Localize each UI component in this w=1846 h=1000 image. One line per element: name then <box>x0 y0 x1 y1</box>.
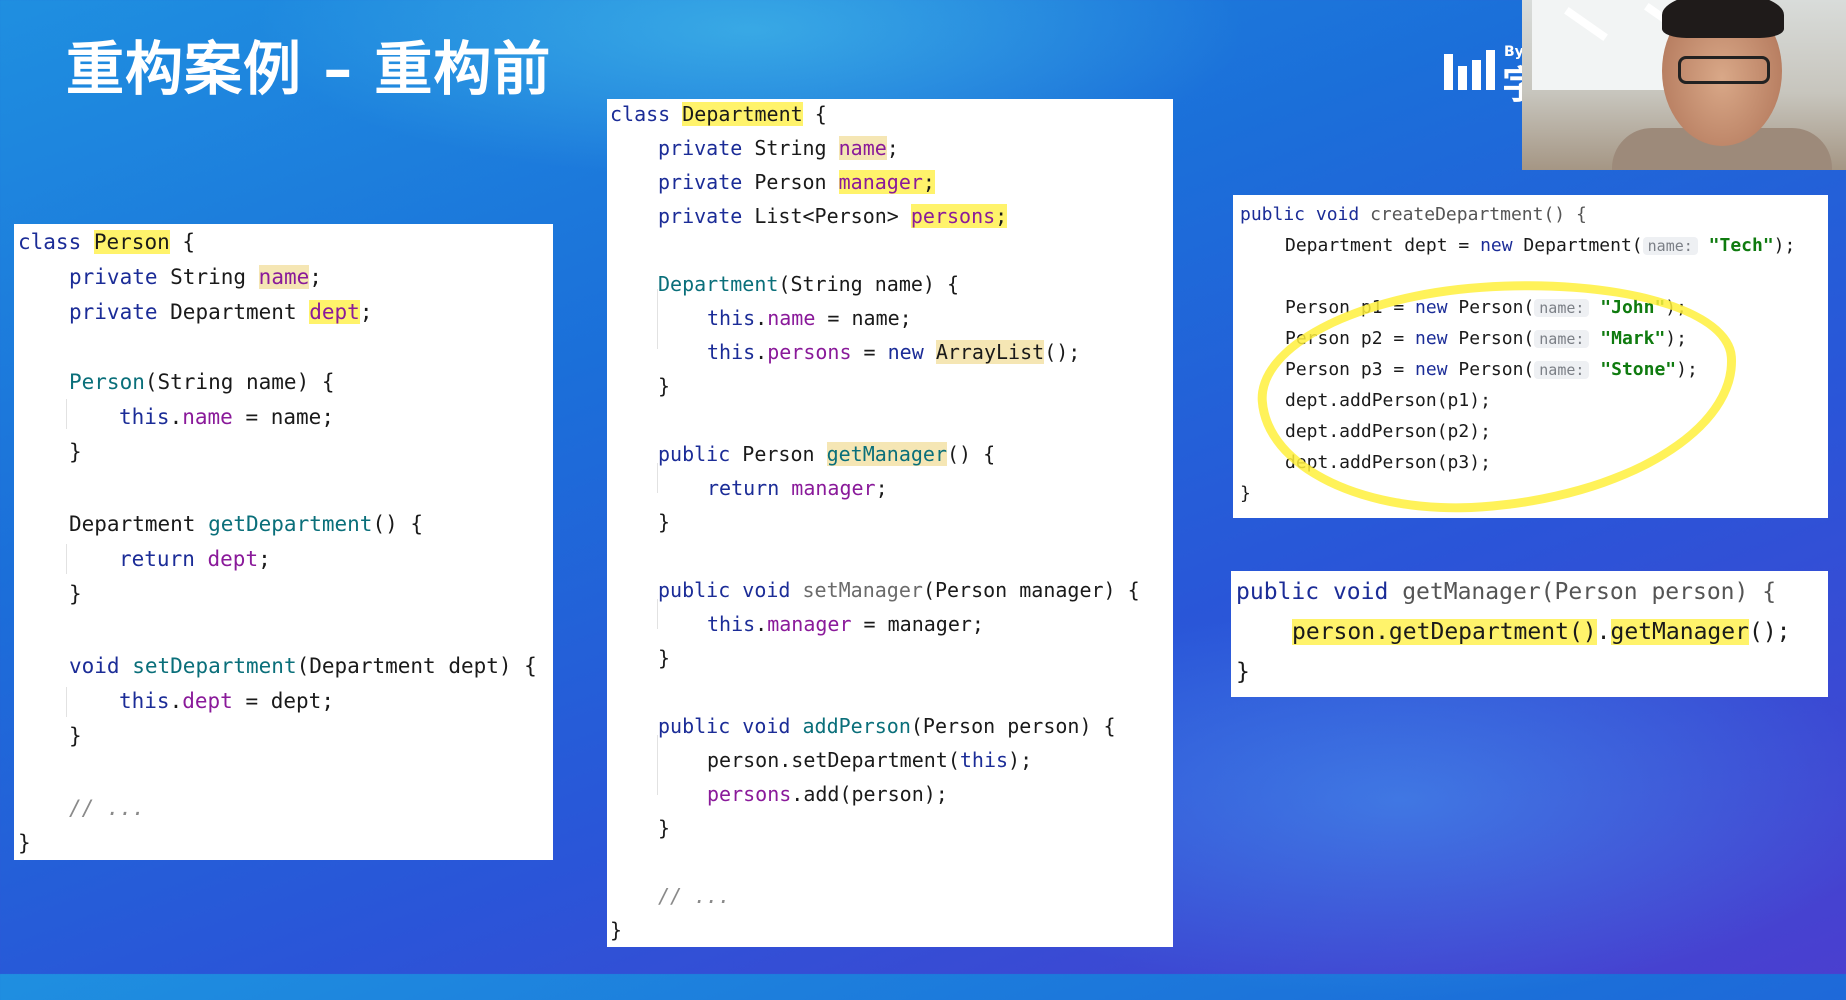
code-line: } <box>69 724 82 748</box>
webcam-video-overlay <box>1522 0 1846 170</box>
code-line: } <box>658 646 671 670</box>
person-class-code-panel: class Person { private String name; priv… <box>14 224 553 860</box>
code-line: } <box>1240 483 1251 504</box>
code-line: Person p1 = new Person(name: "John"); <box>1285 297 1687 318</box>
code-line: dept.addPerson(p1); <box>1285 390 1491 411</box>
code-line: } <box>610 918 623 942</box>
code-line: } <box>18 831 31 855</box>
code-line: Department dept = new Department(name: "… <box>1285 235 1796 256</box>
code-line: public void getManager(Person person) { <box>1236 579 1777 605</box>
code-line: } <box>69 582 82 606</box>
code-line: dept.addPerson(p2); <box>1285 421 1491 442</box>
code-line: Person p2 = new Person(name: "Mark"); <box>1285 328 1687 349</box>
code-line: Person(String name) { <box>69 370 335 394</box>
code-line: // ... <box>658 884 731 908</box>
code-line: person.setDepartment(this); <box>707 748 1033 772</box>
code-line: } <box>658 510 671 534</box>
code-line: private List<Person> persons; <box>658 204 1008 228</box>
department-class-code-panel: class Department { private String name; … <box>607 99 1173 947</box>
code-line: return dept; <box>119 547 271 571</box>
code-line: this.name = name; <box>707 306 912 330</box>
code-line: // ... <box>69 796 145 820</box>
slide-title: 重构案例 – 重构前 <box>66 35 552 103</box>
code-line: public Person getManager() { <box>658 442 996 466</box>
code-line: this.dept = dept; <box>119 689 334 713</box>
code-line: private Department dept; <box>69 300 373 324</box>
code-line: private Person manager; <box>658 170 935 194</box>
code-line: this.persons = new ArrayList(); <box>707 340 1081 364</box>
code-line: public void setManager(Person manager) { <box>658 578 1140 602</box>
code-line: void setDepartment(Department dept) { <box>69 654 537 678</box>
create-department-code-panel: public void createDepartment() { Departm… <box>1233 195 1828 518</box>
code-line: return manager; <box>707 476 888 500</box>
code-line: dept.addPerson(p3); <box>1285 452 1491 473</box>
code-line: } <box>658 816 671 840</box>
code-line: private String name; <box>69 265 322 289</box>
code-line: private String name; <box>658 136 899 160</box>
code-line: class Department { <box>610 102 827 126</box>
code-line: this.manager = manager; <box>707 612 984 636</box>
code-line: persons.add(person); <box>707 782 948 806</box>
code-line: Person p3 = new Person(name: "Stone"); <box>1285 359 1698 380</box>
code-line: this.name = name; <box>119 405 334 429</box>
code-line: } <box>69 440 82 464</box>
presenter-hair <box>1662 0 1784 38</box>
code-line: } <box>1236 659 1250 685</box>
get-manager-code-panel: public void getManager(Person person) { … <box>1231 571 1828 697</box>
code-line: Department getDepartment() { <box>69 512 424 536</box>
code-line: class Person { <box>18 230 196 254</box>
presenter-glasses <box>1678 56 1770 84</box>
code-line: public void addPerson(Person person) { <box>658 714 1116 738</box>
code-line: Department(String name) { <box>658 272 960 296</box>
code-line: public void createDepartment() { <box>1240 204 1587 225</box>
code-line: } <box>658 374 671 398</box>
code-line: person.getDepartment().getManager(); <box>1292 619 1791 645</box>
